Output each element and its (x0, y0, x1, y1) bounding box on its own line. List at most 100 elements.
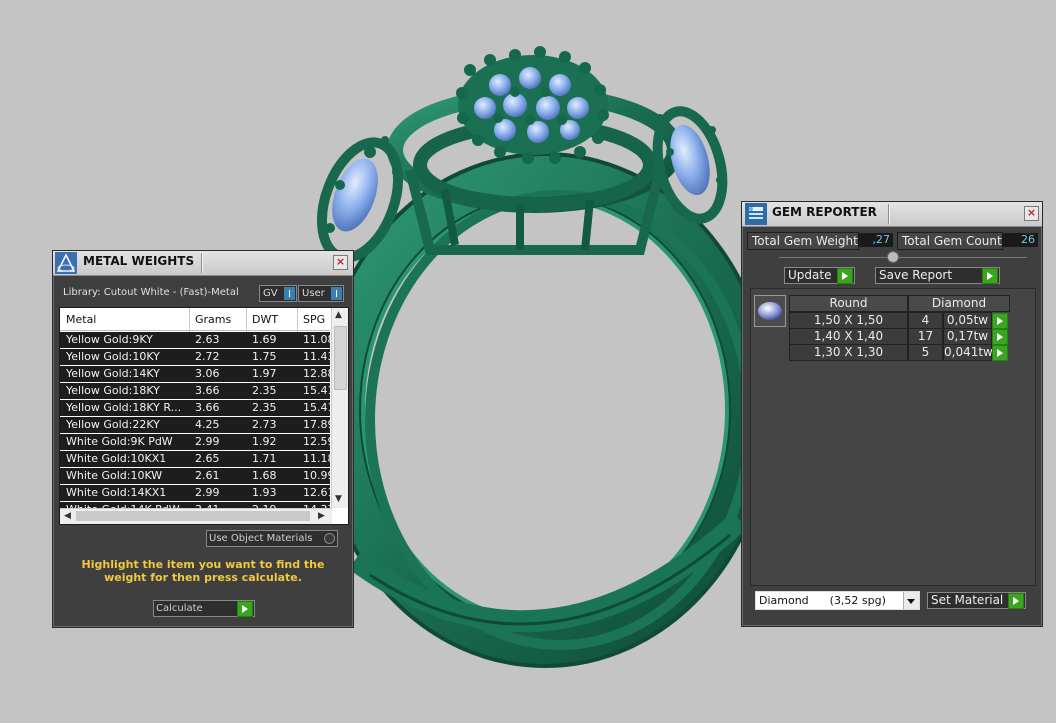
column-header-dwt[interactable]: DWT (252, 313, 278, 326)
table-row[interactable]: White Gold:9K PdW 2.99 1.92 12.59 (60, 434, 333, 451)
play-arrow-icon[interactable] (992, 313, 1008, 329)
user-toggle-label: User (302, 288, 325, 299)
table-cell: 12.61 (303, 486, 333, 499)
gem-cell: 1,40 X 1,40 (789, 328, 908, 345)
table-cell: 2.99 (195, 486, 220, 499)
table-cell: 1.69 (252, 333, 277, 346)
table-cell: 2.35 (252, 384, 277, 397)
total-gem-weight-value: ,27 (858, 233, 893, 247)
table-cell: 2.63 (195, 333, 220, 346)
table-row[interactable]: Yellow Gold:22KY 4.25 2.73 17.89 (60, 417, 333, 434)
table-cell: 1.68 (252, 469, 277, 482)
column-header-grams[interactable]: Grams (195, 313, 231, 326)
calculate-label: Calculate (156, 603, 203, 614)
gem-view-slider-track[interactable] (779, 257, 1027, 258)
table-cell: 12.88 (303, 367, 333, 380)
calculate-button[interactable]: Calculate (153, 600, 255, 617)
table-cell: 3.66 (195, 384, 220, 397)
metal-weights-title: METAL WEIGHTS (83, 254, 195, 268)
gv-toggle-label: GV (263, 288, 278, 299)
total-gem-count-value: 26 (1002, 233, 1038, 247)
play-arrow-icon[interactable] (1008, 593, 1024, 609)
use-object-materials-label: Use Object Materials (209, 533, 313, 544)
table-row[interactable]: White Gold:10KX1 2.65 1.71 11.18 (60, 451, 333, 468)
gem-reporter-titlebar[interactable]: GEM REPORTER × (742, 202, 1042, 227)
table-cell: 1.75 (252, 350, 277, 363)
set-material-button[interactable]: Set Material (927, 592, 1026, 609)
gv-toggle[interactable]: GV (259, 285, 297, 302)
table-row[interactable]: Yellow Gold:14KY 3.06 1.97 12.88 (60, 366, 333, 383)
total-gem-count-label: Total Gem Count (897, 232, 1003, 250)
gem-cell: 0,041tw (943, 344, 993, 361)
dropdown-arrow-icon[interactable] (903, 592, 919, 609)
gem-cell: 17 (908, 328, 943, 345)
table-row[interactable]: Yellow Gold:9KY 2.63 1.69 11.08 (60, 332, 333, 349)
table-cell: 12.59 (303, 435, 333, 448)
user-toggle-indicator-icon (331, 287, 342, 300)
diamond-icon[interactable] (754, 295, 786, 327)
play-arrow-icon[interactable] (237, 601, 253, 617)
total-gem-weight-label: Total Gem Weight (747, 232, 859, 250)
user-toggle[interactable]: User (298, 285, 344, 302)
table-cell: 11.18 (303, 452, 333, 465)
table-cell: 1.71 (252, 452, 277, 465)
table-cell: 2.65 (195, 452, 220, 465)
table-row[interactable]: White Gold:14KX1 2.99 1.93 12.61 (60, 485, 333, 502)
table-cell: 10.99 (303, 469, 333, 482)
vertical-scroll-thumb[interactable] (334, 326, 347, 390)
table-cell: White Gold:9K PdW (66, 435, 173, 448)
table-cell: 17.89 (303, 418, 333, 431)
table-cell: Yellow Gold:10KY (66, 350, 160, 363)
metal-table-horizontal-scrollbar[interactable]: ◀ ▶ (60, 508, 332, 524)
metal-weights-titlebar[interactable]: METAL WEIGHTS × (53, 251, 353, 276)
update-button[interactable]: Update (784, 267, 855, 284)
scroll-down-icon[interactable]: ▼ (335, 494, 342, 504)
table-cell: Yellow Gold:18KY (66, 384, 160, 397)
save-report-button[interactable]: Save Report (875, 267, 1000, 284)
table-cell: Yellow Gold:22KY (66, 418, 160, 431)
gem-header-material: Diamond (908, 295, 1010, 312)
table-cell: Yellow Gold:9KY (66, 333, 153, 346)
library-label: Library: Cutout White - (Fast)-Metal (63, 287, 239, 298)
material-select[interactable]: Diamond (3,52 spg) (755, 591, 920, 610)
gem-reporter-title: GEM REPORTER (772, 205, 877, 219)
metal-table-header: Metal Grams DWT SPG (60, 308, 330, 331)
metal-weights-close-button[interactable]: × (333, 255, 348, 270)
table-cell: 11.43 (303, 350, 333, 363)
play-arrow-icon[interactable] (992, 329, 1008, 345)
horizontal-scroll-thumb[interactable] (76, 511, 310, 521)
use-object-materials-option[interactable]: Use Object Materials (206, 530, 338, 547)
metal-weights-panel: METAL WEIGHTS × Library: Cutout White - … (52, 250, 354, 628)
scroll-up-icon[interactable]: ▲ (335, 310, 342, 320)
table-cell: 1.92 (252, 435, 277, 448)
play-arrow-icon[interactable] (992, 345, 1008, 361)
table-cell: 2.61 (195, 469, 220, 482)
metal-table-vertical-scrollbar[interactable]: ▲ ▼ (331, 308, 348, 508)
play-arrow-icon[interactable] (837, 268, 853, 284)
metal-table[interactable]: Metal Grams DWT SPG Yellow Gold:9KY 2.63 1… (59, 307, 349, 525)
radio-icon[interactable] (324, 533, 335, 544)
column-header-metal[interactable]: Metal (66, 313, 96, 326)
metal-table-body: Yellow Gold:9KY 2.63 1.69 11.08 Yellow Gold:… (60, 332, 333, 519)
column-header-spg[interactable]: SPG (303, 313, 325, 326)
gem-cell: 1,30 X 1,30 (789, 344, 908, 361)
table-row[interactable]: Yellow Gold:10KY 2.72 1.75 11.43 (60, 349, 333, 366)
table-cell: 15.41 (303, 401, 333, 414)
table-row[interactable]: Yellow Gold:18KY 3.66 2.35 15.41 (60, 383, 333, 400)
scroll-left-icon[interactable]: ◀ (64, 511, 71, 521)
gem-cell: 0,05tw (943, 312, 992, 329)
table-cell: White Gold:10KX1 (66, 452, 167, 465)
play-arrow-icon[interactable] (982, 268, 998, 284)
table-row[interactable]: White Gold:10KW 2.61 1.68 10.99 (60, 468, 333, 485)
table-row[interactable]: Yellow Gold:18KY R... 3.66 2.35 15.41 (60, 400, 333, 417)
table-cell: 4.25 (195, 418, 220, 431)
gem-view-slider-knob[interactable] (887, 251, 899, 263)
gem-reporter-close-button[interactable]: × (1024, 206, 1039, 221)
gem-cell: 4 (908, 312, 943, 329)
save-report-label: Save Report (879, 268, 953, 282)
scroll-right-icon[interactable]: ▶ (318, 511, 325, 521)
gem-cell: 0,17tw (943, 328, 992, 345)
gem-cell: 1,50 X 1,50 (789, 312, 908, 329)
table-cell: White Gold:10KW (66, 469, 163, 482)
gv-toggle-indicator-icon (284, 287, 295, 300)
